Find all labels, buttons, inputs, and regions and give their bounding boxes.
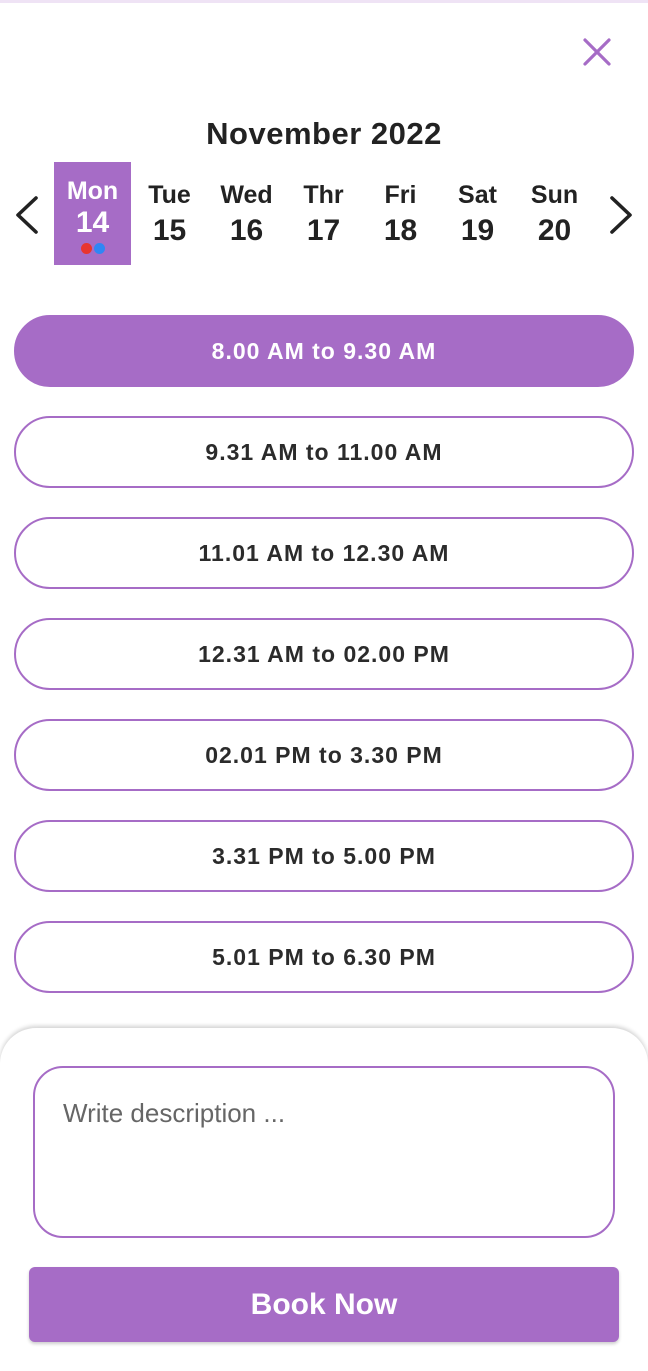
day-name: Thr xyxy=(303,181,344,209)
next-week-button[interactable] xyxy=(600,190,640,240)
book-now-button[interactable]: Book Now xyxy=(29,1267,619,1342)
description-input[interactable] xyxy=(35,1068,613,1236)
week-day-strip: Mon 14 Tue 15 Wed 16 Thr 17 Fri 18 Sat 1… xyxy=(54,162,594,265)
day-number: 14 xyxy=(75,206,110,239)
chevron-left-icon xyxy=(16,196,38,234)
day-number: 19 xyxy=(460,214,495,247)
booking-form-sheet: Book Now xyxy=(0,1028,648,1371)
day-name: Wed xyxy=(220,181,273,209)
time-slot-button[interactable]: 12.31 AM to 02.00 PM xyxy=(14,618,634,690)
event-dot xyxy=(80,243,92,254)
event-dot xyxy=(93,243,105,254)
day-item[interactable]: Thr 17 xyxy=(285,162,362,265)
day-name: Mon xyxy=(66,177,119,205)
time-slot-button[interactable]: 3.31 PM to 5.00 PM xyxy=(14,820,634,892)
day-item[interactable]: Wed 16 xyxy=(208,162,285,265)
day-number: 18 xyxy=(383,214,418,247)
event-dots xyxy=(54,243,131,254)
time-slot-button[interactable]: 8.00 AM to 9.30 AM xyxy=(14,315,634,387)
day-number: 17 xyxy=(306,214,341,247)
booking-screen: November 2022 Mon 14 Tue 15 Wed 16 Thr 1… xyxy=(0,0,648,1371)
day-number: 15 xyxy=(152,214,187,247)
close-icon xyxy=(583,38,611,66)
time-slot-button[interactable]: 9.31 AM to 11.00 AM xyxy=(14,416,634,488)
top-divider xyxy=(0,0,648,3)
day-item[interactable]: Tue 15 xyxy=(131,162,208,265)
day-name: Tue xyxy=(148,181,191,209)
day-item[interactable]: Mon 14 xyxy=(54,162,131,265)
day-item[interactable]: Sat 19 xyxy=(439,162,516,265)
day-item[interactable]: Sun 20 xyxy=(516,162,593,265)
prev-week-button[interactable] xyxy=(8,190,48,240)
chevron-right-icon xyxy=(610,196,632,234)
time-slot-button[interactable]: 5.01 PM to 6.30 PM xyxy=(14,921,634,993)
day-name: Sat xyxy=(458,181,497,209)
month-title: November 2022 xyxy=(206,116,442,151)
day-number: 20 xyxy=(537,214,572,247)
description-box xyxy=(33,1066,615,1238)
day-item[interactable]: Fri 18 xyxy=(362,162,439,265)
day-name: Sun xyxy=(530,181,579,209)
close-button[interactable] xyxy=(576,32,618,74)
day-number: 16 xyxy=(229,214,264,247)
day-name: Fri xyxy=(384,181,417,209)
time-slot-button[interactable]: 02.01 PM to 3.30 PM xyxy=(14,719,634,791)
time-slot-list: 8.00 AM to 9.30 AM 9.31 AM to 11.00 AM 1… xyxy=(14,315,634,1022)
time-slot-button[interactable]: 11.01 AM to 12.30 AM xyxy=(14,517,634,589)
